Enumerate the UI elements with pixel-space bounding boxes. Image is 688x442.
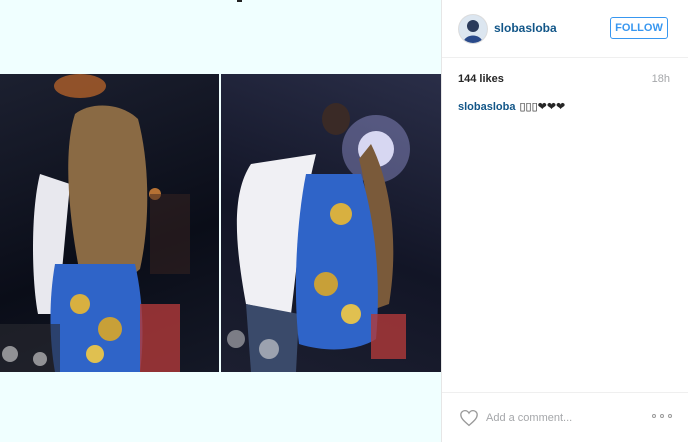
post-footer xyxy=(442,392,688,442)
caption-username[interactable]: slobasloba xyxy=(458,101,515,113)
post-sidebar: slobasloba FOLLOW 144 likes 18h slobaslo… xyxy=(441,0,688,442)
caption-text: ▯▯▯❤❤❤ xyxy=(519,101,566,113)
photo-left-illustration xyxy=(0,74,190,372)
user-avatar[interactable] xyxy=(458,14,488,44)
heart-icon[interactable] xyxy=(458,409,480,427)
likes-count[interactable]: 144 likes xyxy=(458,73,504,85)
more-dot xyxy=(668,414,672,418)
more-dot xyxy=(652,414,656,418)
photo-area xyxy=(0,0,441,442)
post-header: slobasloba FOLLOW xyxy=(442,0,688,58)
top-edge-mark xyxy=(237,0,242,2)
more-options-icon[interactable] xyxy=(652,409,672,423)
avatar-icon xyxy=(459,15,487,43)
photo-right-panel xyxy=(221,74,441,372)
more-dot xyxy=(660,414,664,418)
photo-right-illustration xyxy=(227,103,410,372)
post-timestamp[interactable]: 18h xyxy=(652,73,670,85)
post-photo[interactable] xyxy=(0,74,441,372)
username-link[interactable]: slobasloba xyxy=(494,21,557,35)
follow-button[interactable]: FOLLOW xyxy=(610,17,668,39)
post-caption: slobasloba ▯▯▯❤❤❤ xyxy=(458,100,565,113)
comment-input[interactable] xyxy=(486,408,636,428)
photo-left-panel xyxy=(0,74,219,372)
